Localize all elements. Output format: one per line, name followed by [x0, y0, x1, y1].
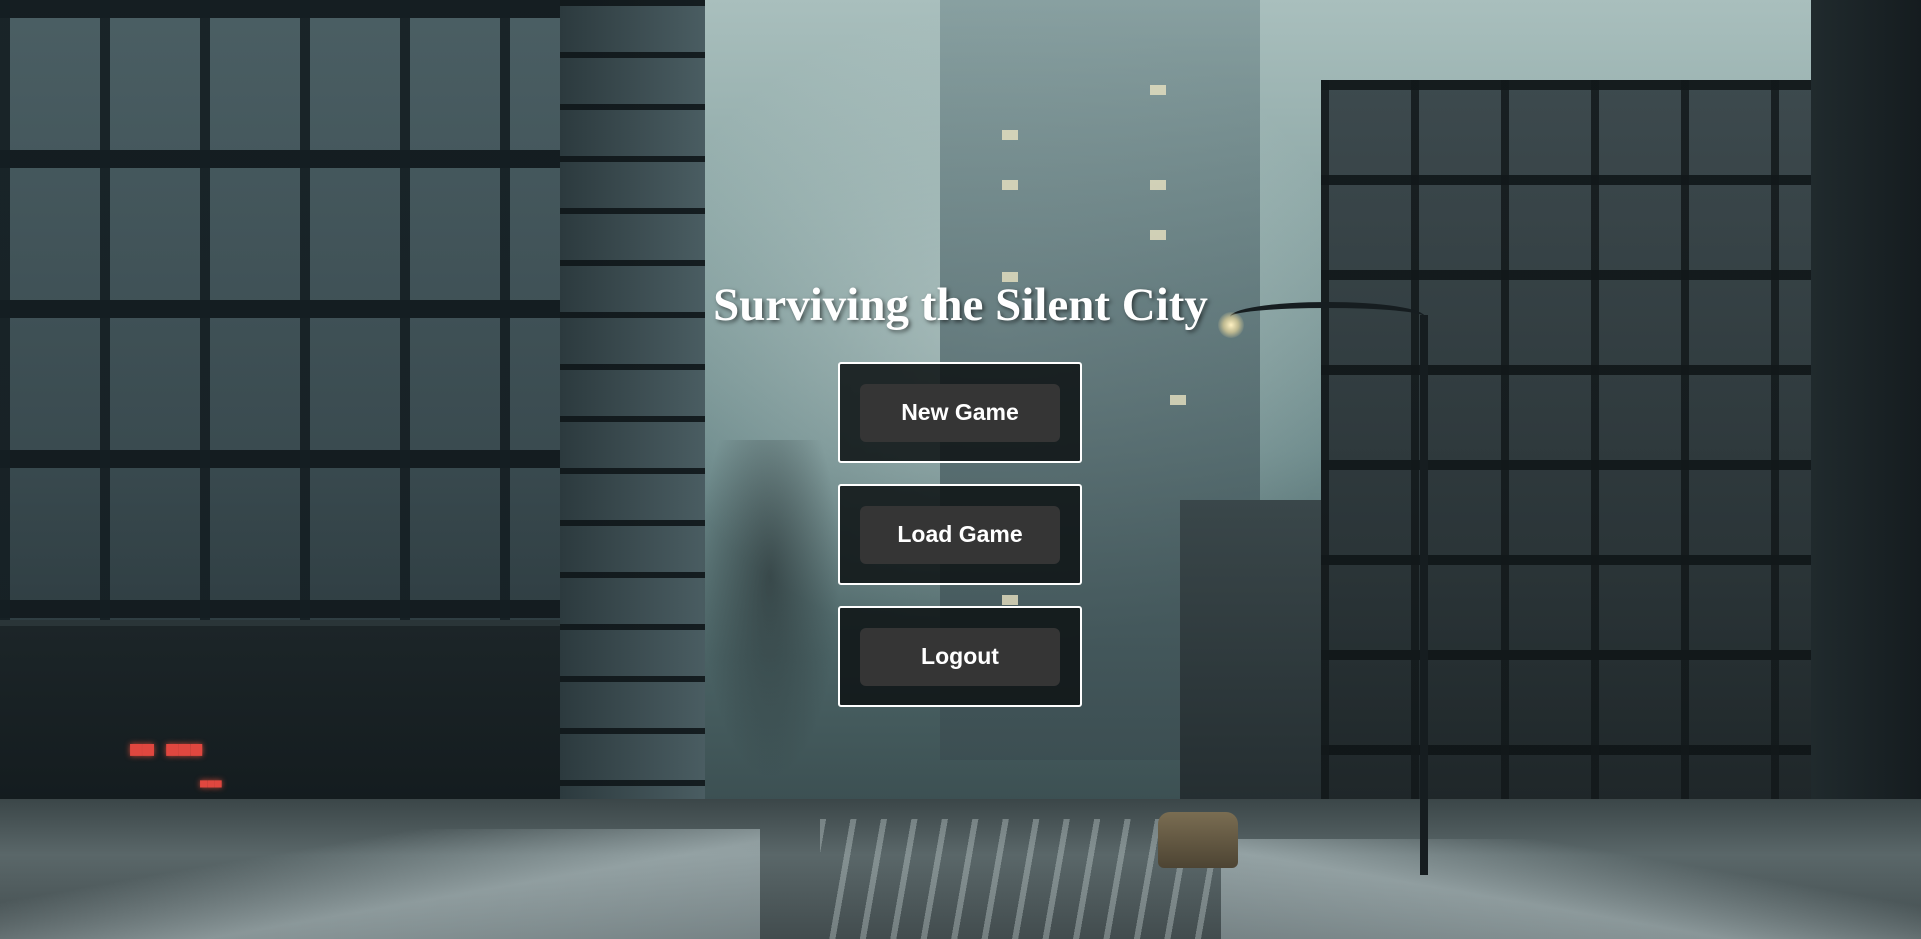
left-building-side [560, 0, 705, 860]
bare-tree [700, 440, 840, 780]
street-lamp-pole [1420, 315, 1428, 875]
right-sidewalk-snow [1221, 839, 1921, 939]
load-game-card: Load Game [838, 484, 1082, 585]
logout-button[interactable]: Logout [860, 627, 1060, 686]
game-title: Surviving the Silent City [713, 279, 1208, 331]
storefront: ■■ ■■■ ■■■ [0, 620, 560, 820]
load-game-button[interactable]: Load Game [860, 505, 1060, 564]
logout-card: Logout [838, 606, 1082, 707]
new-game-button[interactable]: New Game [860, 383, 1060, 442]
distant-building [1180, 500, 1330, 840]
far-right-building [1811, 0, 1921, 920]
new-game-card: New Game [838, 362, 1082, 463]
parked-car [1158, 812, 1238, 868]
main-menu: New Game Load Game Logout [838, 362, 1082, 728]
left-sidewalk-snow [0, 829, 760, 939]
